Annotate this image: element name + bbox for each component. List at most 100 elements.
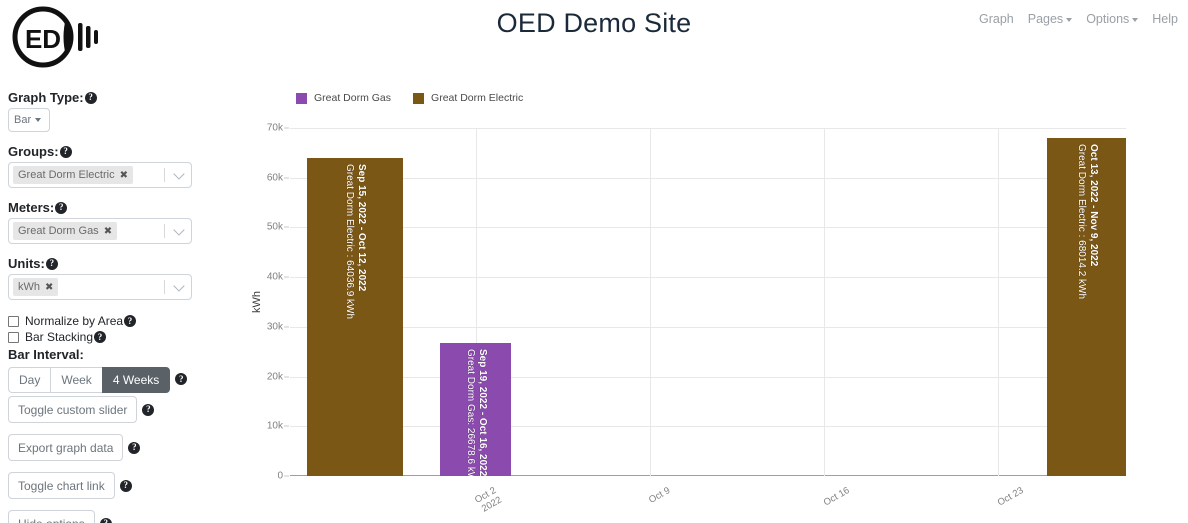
y-axis-tick-label: 0 <box>277 470 283 482</box>
normalize-by-area-label: Normalize by Area <box>25 314 124 328</box>
bar-interval-day[interactable]: Day <box>8 367 52 393</box>
divider <box>164 168 165 182</box>
help-icon[interactable]: ? <box>59 145 72 158</box>
legend-item-great-dorm-electric[interactable]: Great Dorm Electric <box>413 92 523 104</box>
help-icon[interactable]: ? <box>142 403 155 416</box>
nav-item-pages-label: Pages <box>1027 12 1064 26</box>
chart-bar[interactable]: Oct 13, 2022 - Nov 9, 2022 Great Dorm Ele… <box>1047 137 1126 476</box>
grid-line <box>997 128 999 476</box>
grid-line <box>290 277 1126 279</box>
nav-item-graph[interactable]: Graph <box>979 12 1014 26</box>
groups-label: Groups: ? <box>8 144 238 159</box>
help-icon[interactable]: ? <box>45 257 58 270</box>
remove-chip-icon[interactable]: ✖ <box>120 170 128 181</box>
legend-label: Great Dorm Gas <box>314 92 392 104</box>
bar-interval-week[interactable]: Week <box>50 367 103 393</box>
y-axis-tick-mark <box>284 177 289 179</box>
divider <box>164 280 165 294</box>
bar-stacking-label: Bar Stacking <box>25 330 94 344</box>
remove-chip-icon[interactable]: ✖ <box>45 282 53 293</box>
units-select[interactable]: kWh ✖ <box>8 274 192 300</box>
bar-stacking-checkbox[interactable] <box>8 331 19 343</box>
graph-type-label-text: Graph Type: <box>8 90 84 105</box>
app-window: ED OED Demo Site Graph Pages Options Hel… <box>0 0 1188 523</box>
y-axis-tick-label: 40k <box>266 271 283 283</box>
help-icon[interactable]: ? <box>84 91 97 104</box>
y-axis-tick-label: 70k <box>266 122 283 134</box>
bar-interval-group: Day Week 4 Weeks <box>8 367 171 393</box>
toggle-custom-slider-button[interactable]: Toggle custom slider <box>8 396 138 423</box>
nav-item-options[interactable]: Options <box>1086 12 1139 26</box>
help-icon[interactable]: ? <box>175 373 188 385</box>
chevron-down-icon[interactable] <box>173 280 185 292</box>
units-label-text: Units: <box>8 256 45 271</box>
legend-label: Great Dorm Electric <box>431 92 524 104</box>
bar-chart: Great Dorm Gas Great Dorm Electric kWh 0… <box>238 82 1188 523</box>
meters-chip[interactable]: Great Dorm Gas ✖ <box>13 222 118 240</box>
grid-line <box>290 326 1126 328</box>
y-axis-tick-mark <box>284 326 289 328</box>
nav-item-help[interactable]: Help <box>1152 12 1178 26</box>
units-label: Units: ? <box>8 256 238 271</box>
help-icon[interactable]: ? <box>124 315 137 327</box>
groups-select[interactable]: Great Dorm Electric ✖ <box>8 162 192 188</box>
y-axis-tick-mark <box>284 425 289 427</box>
groups-label-text: Groups: <box>8 144 59 159</box>
bar-interval-4weeks[interactable]: 4 Weeks <box>101 367 171 393</box>
chart-bar-label: Oct 13, 2022 - Nov 9, 2022 Great Dorm Ele… <box>1075 143 1099 299</box>
help-icon[interactable]: ? <box>128 441 141 454</box>
chart-bar[interactable]: Sep 19, 2022 - Oct 16, 2022 Great Dorm Ga… <box>440 343 511 476</box>
normalize-by-area-row[interactable]: Normalize by Area ? <box>8 314 238 328</box>
legend-swatch <box>296 92 307 104</box>
plot-area: kWh 0 10k 20k 30k 40k 50k 60k 70k Oct 2 2022 Oct 9… <box>251 123 1126 515</box>
grid-line <box>290 426 1126 428</box>
groups-chip[interactable]: Great Dorm Electric ✖ <box>13 166 133 184</box>
grid-line <box>290 177 1126 179</box>
y-axis-tick-mark <box>284 226 289 228</box>
graph-type-select[interactable]: Bar <box>8 108 50 132</box>
remove-chip-icon[interactable]: ✖ <box>104 226 112 237</box>
y-axis-tick-mark <box>284 475 289 477</box>
help-icon[interactable]: ? <box>99 517 112 523</box>
options-sidebar: Graph Type: ? Bar Groups: ? Great Dorm E… <box>8 90 238 523</box>
meters-chip-label: Great Dorm Gas <box>18 225 99 237</box>
y-axis-tick-mark <box>284 127 289 129</box>
grid-line <box>290 227 1126 229</box>
help-icon[interactable]: ? <box>94 331 107 343</box>
grid-line <box>649 128 651 476</box>
units-chip[interactable]: kWh ✖ <box>13 278 59 296</box>
hide-options-button[interactable]: Hide options <box>8 510 95 523</box>
legend-item-great-dorm-gas[interactable]: Great Dorm Gas <box>296 92 391 104</box>
chart-bar-label: Sep 19, 2022 - Oct 16, 2022 Great Dorm Ga… <box>464 349 488 476</box>
x-axis-tick-label: Oct 9 <box>646 485 672 506</box>
grid-line <box>290 128 1126 129</box>
nav-item-help-label: Help <box>1152 12 1178 26</box>
x-axis-line <box>290 475 1126 476</box>
y-axis-tick-label: 20k <box>266 371 283 383</box>
nav-item-pages[interactable]: Pages <box>1027 12 1073 26</box>
toggle-chart-link-button[interactable]: Toggle chart link <box>8 472 115 499</box>
grid-line <box>290 376 1126 378</box>
y-axis-tick-mark <box>284 276 289 278</box>
grid-line <box>823 128 825 476</box>
meters-select[interactable]: Great Dorm Gas ✖ <box>8 218 192 244</box>
chevron-down-icon <box>35 118 42 122</box>
help-icon[interactable]: ? <box>119 479 132 492</box>
nav-item-graph-label: Graph <box>978 12 1014 26</box>
bar-stacking-row[interactable]: Bar Stacking ? <box>8 330 238 344</box>
top-navbar: Graph Pages Options Help <box>979 12 1178 26</box>
chevron-down-icon[interactable] <box>173 224 185 236</box>
y-axis-tick-mark <box>284 376 289 378</box>
x-axis-tick-label: Oct 2 2022 <box>472 485 504 515</box>
chart-bar[interactable]: Sep 15, 2022 - Oct 12, 2022 Great Dorm El… <box>306 157 403 476</box>
y-axis-tick-label: 10k <box>266 420 283 432</box>
chevron-down-icon[interactable] <box>173 168 185 180</box>
y-axis-tick-label: 50k <box>266 221 283 233</box>
normalize-by-area-checkbox[interactable] <box>8 315 19 327</box>
divider <box>164 224 165 238</box>
chart-bar-label: Sep 15, 2022 - Oct 12, 2022 Great Dorm El… <box>343 163 367 319</box>
help-icon[interactable]: ? <box>55 201 68 214</box>
export-graph-data-button[interactable]: Export graph data <box>8 434 124 461</box>
legend-swatch <box>413 92 425 104</box>
graph-type-value: Bar <box>14 114 32 126</box>
